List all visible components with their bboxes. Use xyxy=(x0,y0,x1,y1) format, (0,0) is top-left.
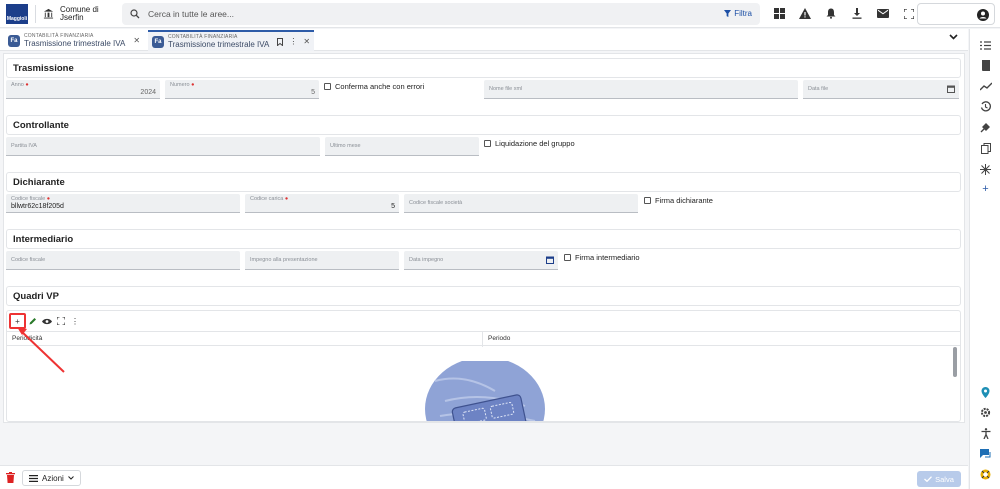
trash-icon[interactable] xyxy=(6,472,15,483)
menu-icon xyxy=(29,474,38,482)
actions-label: Azioni xyxy=(42,473,64,483)
actions-button[interactable]: Azioni xyxy=(22,470,81,486)
annotation-arrow xyxy=(17,327,65,373)
save-label: Salva xyxy=(935,474,954,484)
save-button[interactable]: Salva xyxy=(917,471,961,487)
chevron-down-icon xyxy=(67,476,74,480)
check-icon xyxy=(924,476,933,482)
bottom-bar: Azioni Salva xyxy=(0,465,968,489)
